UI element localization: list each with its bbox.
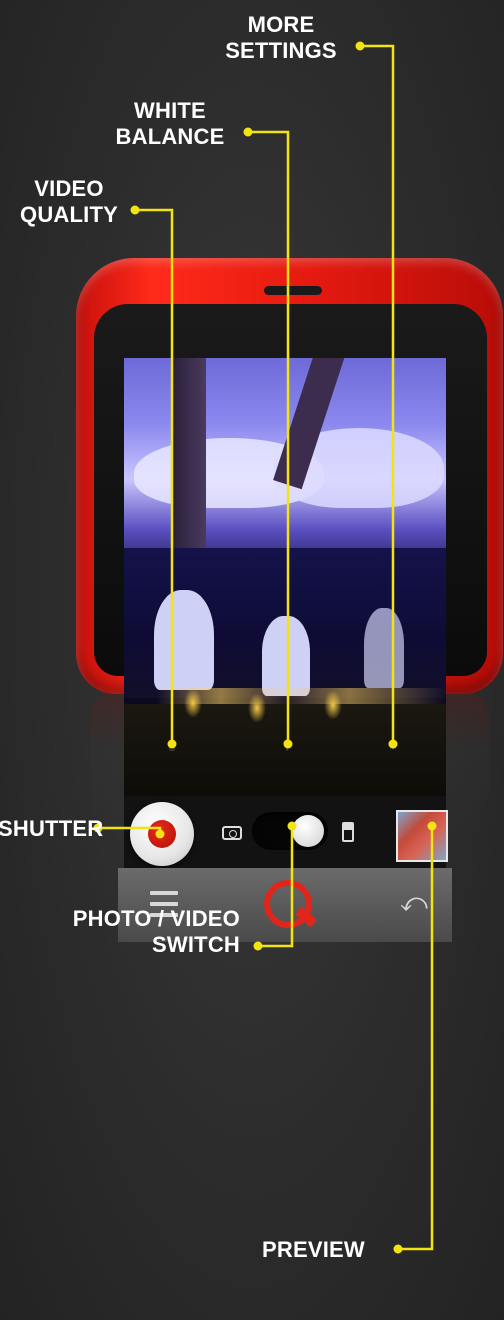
leader-dot [393,1244,403,1254]
photo-video-switch[interactable] [252,812,328,850]
viewfinder-scene-glow [324,690,342,720]
settings-gear-icon[interactable]: ⚙ [386,738,400,752]
label-line: SHUTTER [0,816,104,841]
label-video-quality: VIDEO QUALITY [6,176,132,228]
phone-earpiece [264,286,322,295]
video-mode-icon [342,822,354,842]
viewfinder-scene-person [154,590,214,690]
label-photo-video-switch: PHOTO / VIDEO SWITCH [40,906,240,958]
label-line: PHOTO / VIDEO [72,906,240,931]
viewfinder-scene-person [262,616,310,696]
leader-dot [243,127,253,137]
viewfinder-scene-person [364,608,404,688]
back-icon[interactable]: ⤺ [400,890,428,916]
viewfinder-scene-glow [248,693,266,723]
label-line: SETTINGS [225,38,337,63]
label-line: MORE [247,12,315,37]
switch-knob[interactable] [292,815,324,847]
camera-mode-icon [222,826,242,840]
label-line: SWITCH [152,932,240,957]
white-balance-icon[interactable]: ⚲ [280,738,294,752]
shutter-button[interactable] [130,802,194,866]
label-line: WHITE [134,98,206,123]
label-shutter: SHUTTER [0,816,103,842]
label-preview: PREVIEW [262,1237,365,1263]
leader-dot [253,941,263,951]
video-quality-icon[interactable]: ▯ [165,738,179,752]
label-line: BALANCE [115,124,225,149]
label-more-settings: MORE SETTINGS [218,12,344,64]
viewfinder-scene-glow [184,688,202,718]
label-line: PREVIEW [262,1237,365,1262]
leader-dot [355,41,365,51]
camera-viewfinder[interactable] [124,358,446,796]
label-line: VIDEO [34,176,104,201]
viewfinder-scene-pillar [172,358,206,578]
app-logo-icon[interactable] [264,880,312,928]
preview-thumbnail[interactable] [396,810,448,862]
label-line: QUALITY [20,202,118,227]
record-dot-icon [148,820,176,848]
label-white-balance: WHITE BALANCE [102,98,238,150]
